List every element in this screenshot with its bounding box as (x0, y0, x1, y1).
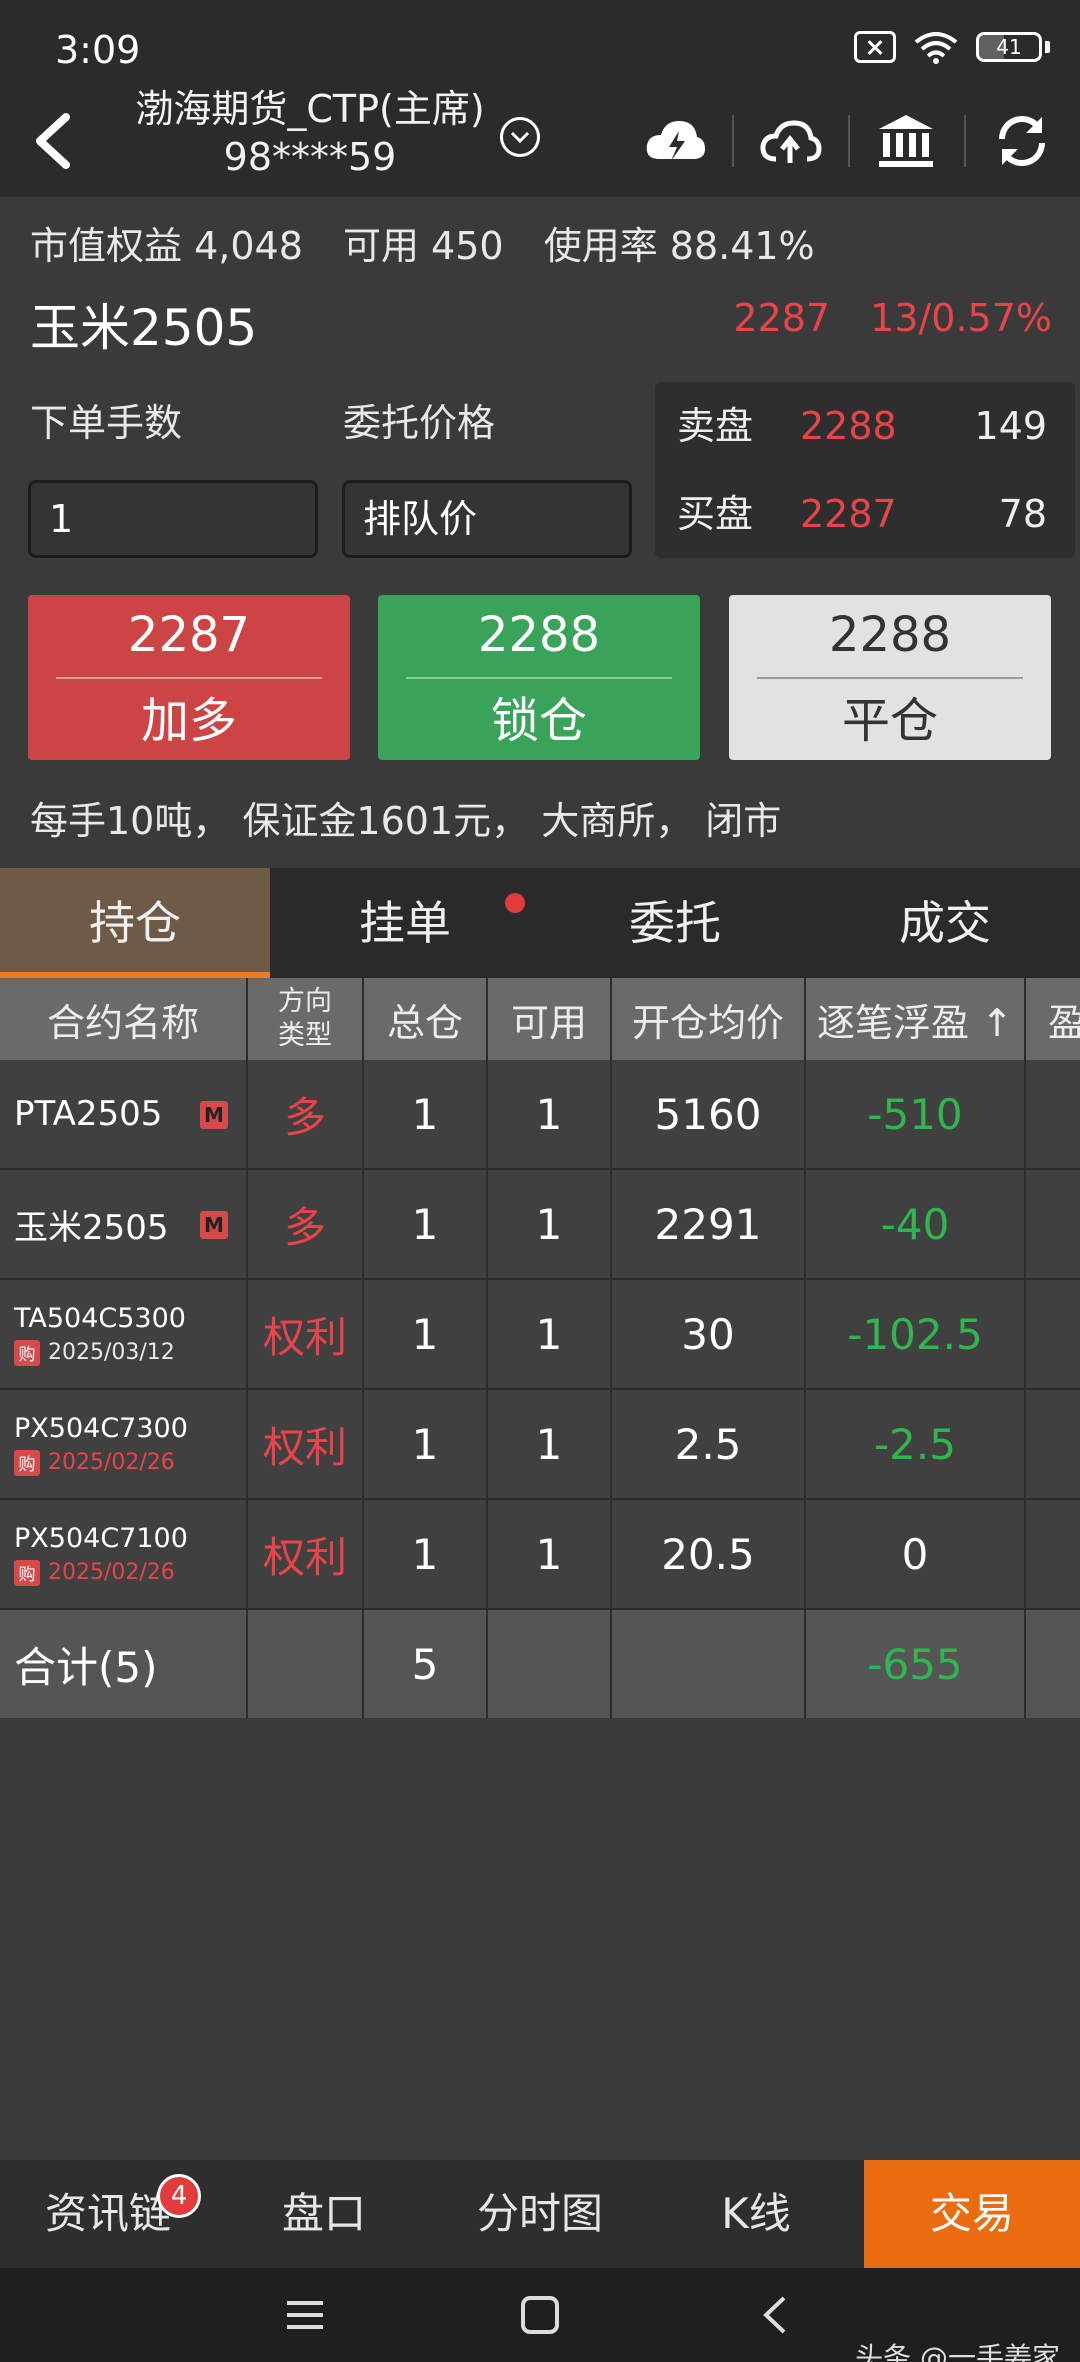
add-long-button[interactable]: 2287 加多 (28, 595, 350, 760)
wifi-icon (914, 32, 958, 64)
qty-input[interactable]: 1 (28, 480, 318, 558)
bid-row[interactable]: 买盘 2287 78 (655, 470, 1075, 558)
col-total[interactable]: 总仓 (364, 978, 488, 1060)
back-button[interactable] (22, 103, 82, 178)
col-extra[interactable]: 盈 (1026, 978, 1080, 1060)
call-option-badge: 购 (14, 1559, 40, 1586)
tab-trades[interactable]: 成交 (810, 868, 1080, 978)
account-dropdown-button[interactable] (500, 117, 540, 157)
battery-level: 41 (996, 35, 1022, 59)
battery-icon: 41 (976, 32, 1050, 62)
nav-kline[interactable]: K线 (648, 2160, 864, 2268)
available-value: 可用 450 (342, 224, 504, 268)
lock-price: 2288 (477, 607, 601, 663)
refresh-icon (999, 116, 1045, 166)
status-icons: 41 (854, 30, 1050, 64)
bank-icon (879, 115, 933, 167)
tab-pending-orders[interactable]: 挂单 (270, 868, 540, 978)
main-contract-badge: M (200, 1211, 228, 1239)
equity-value: 市值权益 4,048 (30, 224, 303, 268)
total-float-pnl: -655 (806, 1610, 1026, 1718)
close-position-button[interactable]: 2288 平仓 (729, 595, 1051, 760)
ask-label: 卖盘 (677, 404, 754, 448)
back-arrow-icon (36, 112, 70, 169)
system-back-button[interactable] (745, 2290, 805, 2340)
nav-intraday-chart[interactable]: 分时图 (432, 2160, 648, 2268)
col-name[interactable]: 合约名称 (0, 978, 248, 1060)
bid-volume: 78 (998, 492, 1047, 536)
table-row[interactable]: PX504C7100 购 2025/02/26 权利 1 1 20.5 0 (0, 1500, 1080, 1610)
menu-icon (287, 2301, 323, 2329)
contract-info: 每手10吨， 保证金1601元， 大商所， 闭市 (30, 799, 782, 843)
home-button[interactable] (510, 2290, 570, 2340)
news-badge: 4 (157, 2174, 201, 2218)
watermark: 头条 @一手姜家 (855, 2341, 1060, 2362)
cloud-sync-button[interactable] (635, 101, 715, 181)
nav-market-depth[interactable]: 盘口 (216, 2160, 432, 2268)
table-header: 合约名称 方向 类型 总仓 可用 开仓均价 逐笔浮盈 ↑ 盈 (0, 978, 1080, 1060)
table-row[interactable]: TA504C5300 购 2025/03/12 权利 1 1 30 -102.5 (0, 1280, 1080, 1390)
account-title[interactable]: 渤海期货_CTP(主席) 98****59 (100, 85, 520, 181)
top-header: 渤海期货_CTP(主席) 98****59 (0, 85, 1080, 197)
bid-price: 2287 (800, 492, 897, 536)
tab-bar: 持仓 挂单 委托 成交 (0, 868, 1080, 978)
cloud-upload-icon (760, 120, 822, 163)
col-float-pnl[interactable]: 逐笔浮盈 ↑ (806, 978, 1026, 1060)
tab-orders[interactable]: 委托 (540, 868, 810, 978)
col-available[interactable]: 可用 (488, 978, 612, 1060)
order-book: 卖盘 2288 149 买盘 2287 78 (655, 382, 1075, 558)
bid-label: 买盘 (677, 492, 754, 536)
contract-name[interactable]: 玉米2505 (30, 288, 257, 360)
table-row[interactable]: PX504C7300 购 2025/02/26 权利 1 1 2.5 -2.5 (0, 1390, 1080, 1500)
back-chevron-icon (763, 2296, 786, 2334)
sim-off-icon (854, 31, 896, 63)
ask-price: 2288 (800, 404, 897, 448)
price-label: 委托价格 (343, 401, 496, 445)
account-summary: 市值权益 4,048 可用 450 使用率 88.41% (30, 215, 843, 270)
table-row[interactable]: 玉米2505 M 多 1 1 2291 -40 (0, 1170, 1080, 1280)
recent-apps-button[interactable] (275, 2290, 335, 2340)
broker-name: 渤海期货_CTP(主席) (135, 87, 485, 131)
add-long-price: 2287 (127, 607, 251, 663)
cloud-upload-button[interactable] (750, 101, 830, 181)
col-direction[interactable]: 方向 类型 (248, 978, 364, 1060)
close-price: 2288 (828, 607, 952, 663)
main-contract-badge: M (200, 1101, 228, 1129)
price-type-select[interactable]: 排队价 (342, 480, 632, 558)
lock-label: 锁仓 (490, 693, 587, 749)
table-row[interactable]: PTA2505 M 多 1 1 5160 -510 (0, 1060, 1080, 1170)
cloud-lightning-icon (646, 121, 705, 161)
refresh-button[interactable] (982, 101, 1062, 181)
call-option-badge: 购 (14, 1339, 40, 1366)
total-count: 5 (364, 1610, 488, 1718)
last-price: 2287 (733, 296, 831, 340)
ask-volume: 149 (974, 404, 1047, 448)
call-option-badge: 购 (14, 1449, 40, 1476)
chevron-down-icon (510, 131, 530, 144)
col-avg-price[interactable]: 开仓均价 (612, 978, 806, 1060)
lock-position-button[interactable]: 2288 锁仓 (378, 595, 700, 760)
home-square-icon (521, 2296, 559, 2334)
qty-label: 下单手数 (30, 401, 183, 445)
usage-rate: 使用率 88.41% (543, 224, 815, 268)
bottom-nav: 资讯链 盘口 分时图 K线 交易 (0, 2160, 1080, 2268)
status-time: 3:09 (55, 28, 141, 72)
bank-transfer-button[interactable] (866, 101, 946, 181)
contract-quote: 2287 13/0.57% (693, 296, 1052, 340)
add-long-label: 加多 (140, 693, 237, 749)
price-change: 13/0.57% (870, 296, 1052, 340)
total-label: 合计(5) (0, 1610, 248, 1718)
total-row: 合计(5) 5 -655 (0, 1610, 1080, 1718)
nav-trade[interactable]: 交易 (864, 2160, 1080, 2268)
tab-positions[interactable]: 持仓 (0, 868, 270, 978)
close-label: 平仓 (841, 693, 938, 749)
ask-row[interactable]: 卖盘 2288 149 (655, 382, 1075, 470)
notification-dot (505, 893, 525, 913)
account-number: 98****59 (223, 135, 397, 179)
